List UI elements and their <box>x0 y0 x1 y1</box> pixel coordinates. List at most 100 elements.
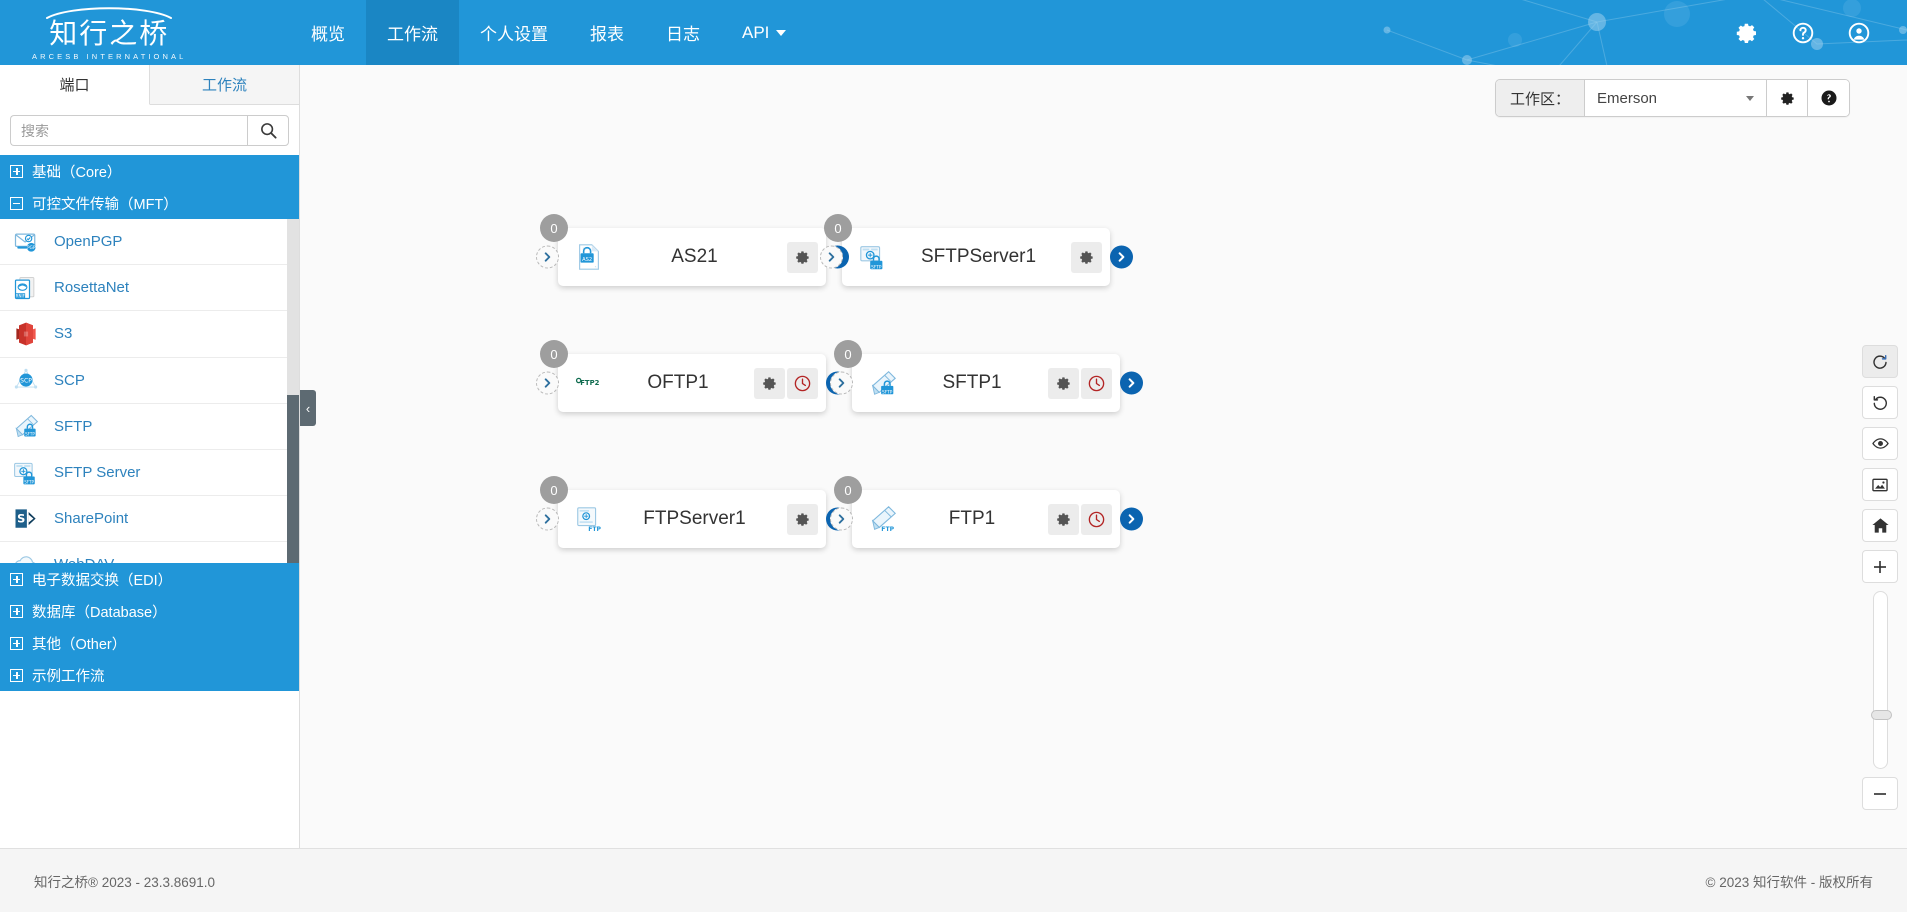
node-schedule-button[interactable] <box>1081 367 1112 399</box>
node-input-connector[interactable] <box>536 507 559 531</box>
port-list: PGP OpenPGP RNIF RosettaNet S3 SCP SCP S… <box>0 219 299 563</box>
canvas-toolbar <box>1862 345 1898 818</box>
node-input-connector[interactable] <box>830 507 853 531</box>
flow-node[interactable]: 0 AS2 X) « AS21 <box>536 214 849 286</box>
sidebar-scrollbar-track[interactable] <box>287 219 299 563</box>
sidebar-scrollbar-thumb[interactable] <box>287 395 299 563</box>
gear-icon[interactable] <box>1735 21 1759 45</box>
chevron-right-icon <box>838 514 845 524</box>
svg-text:X): X) <box>582 247 585 251</box>
chevron-right-icon <box>544 252 551 262</box>
nav-api[interactable]: API <box>721 0 807 65</box>
category-other-label: 其他（Other） <box>32 636 127 653</box>
port-item-sftp[interactable]: SFTP SFTP <box>0 403 299 450</box>
sidebar-collapse-handle[interactable]: ‹ <box>300 390 316 426</box>
port-item-openpgp[interactable]: PGP OpenPGP <box>0 219 299 266</box>
node-message-count-badge[interactable]: 0 <box>834 476 862 504</box>
node-settings-button[interactable] <box>754 367 785 399</box>
node-input-connector[interactable] <box>536 371 559 395</box>
node-settings-button[interactable] <box>1071 241 1102 273</box>
app-footer: 知行之桥® 2023 - 23.3.8691.0 © 2023 知行软件 - 版… <box>0 848 1907 912</box>
port-item-s3[interactable]: S3 <box>0 311 299 358</box>
category-core[interactable]: 基础（Core） <box>0 155 299 187</box>
node-output-connector[interactable] <box>1120 371 1143 395</box>
port-item-sftp-server[interactable]: SFTP SFTP Server <box>0 449 299 497</box>
zoom-slider[interactable] <box>1870 591 1892 769</box>
node-message-count-badge[interactable]: 0 <box>824 214 852 242</box>
fit-view-button[interactable] <box>1862 468 1898 501</box>
nav-profile-settings[interactable]: 个人设置 <box>459 0 569 65</box>
node-message-count-badge[interactable]: 0 <box>540 476 568 504</box>
category-mft-label: 可控文件传输（MFT） <box>32 196 178 213</box>
node-settings-button[interactable] <box>787 503 818 535</box>
flow-node[interactable]: 0 FTP2 OFTP1 <box>536 340 849 412</box>
node-settings-button[interactable] <box>1048 367 1079 399</box>
node-actions <box>785 241 818 273</box>
search-button[interactable] <box>247 115 289 146</box>
category-mft[interactable]: 可控文件传输（MFT） <box>0 187 299 219</box>
category-sample-workflows[interactable]: 示例工作流 <box>0 659 299 691</box>
workspace-select[interactable]: Emerson <box>1585 80 1767 116</box>
flow-node[interactable]: 0 FTP FTP1 <box>830 476 1143 548</box>
node-message-count-badge[interactable]: 0 <box>540 214 568 242</box>
port-item-s3-label: S3 <box>54 325 73 343</box>
tab-ports[interactable]: 端口 <box>0 65 150 105</box>
node-output-connector[interactable] <box>1120 507 1143 531</box>
nav-reports-label: 报表 <box>590 25 624 44</box>
flow-node[interactable]: 0 FTP FTPServer1 <box>536 476 849 548</box>
search-input[interactable] <box>10 115 247 146</box>
nav-reports[interactable]: 报表 <box>569 0 645 65</box>
workspace-settings-button[interactable] <box>1767 80 1808 116</box>
user-circle-icon[interactable] <box>1847 21 1871 45</box>
nav-workflow[interactable]: 工作流 <box>366 0 459 65</box>
redo-button[interactable] <box>1862 345 1898 378</box>
port-item-scp[interactable]: SCP SCP <box>0 357 299 404</box>
brand-logo[interactable]: 知行之桥 ARCESB INTERNATIONAL <box>0 0 290 65</box>
workspace-help-button[interactable] <box>1808 80 1849 116</box>
flow-node[interactable]: 0 SFTP SFTP1 <box>830 340 1143 412</box>
node-input-connector[interactable] <box>820 245 843 269</box>
category-other[interactable]: 其他（Other） <box>0 627 299 659</box>
clock-icon <box>1088 511 1105 527</box>
port-item-webdav[interactable]: WebDAV WebDAV <box>0 542 299 563</box>
svg-text:S: S <box>17 511 25 525</box>
zoom-slider-thumb[interactable] <box>1870 710 1892 720</box>
sidebar-tabs: 端口 工作流 <box>0 65 299 105</box>
node-settings-button[interactable] <box>1048 503 1079 535</box>
zoom-in-button[interactable] <box>1862 550 1898 583</box>
node-settings-button[interactable] <box>787 241 818 273</box>
port-item-rosettanet-label: RosettaNet <box>54 279 130 297</box>
flow-node[interactable]: 0 SFTP SFTPServer1 <box>820 214 1133 286</box>
undo-button[interactable] <box>1862 386 1898 419</box>
port-item-sharepoint[interactable]: S SharePoint <box>0 496 299 543</box>
chevron-right-icon <box>1128 378 1135 388</box>
plus-icon <box>1874 560 1886 573</box>
svg-text:SCP: SCP <box>20 377 32 384</box>
node-output-connector[interactable] <box>1110 245 1133 269</box>
nav-overview[interactable]: 概览 <box>290 0 366 65</box>
chevron-down-icon <box>1746 95 1754 101</box>
port-item-rosettanet[interactable]: RNIF RosettaNet <box>0 265 299 312</box>
sftp-server-icon: SFTP <box>860 246 883 270</box>
node-message-count-badge[interactable]: 0 <box>540 340 568 368</box>
header-action-icons <box>1735 0 1907 65</box>
node-input-connector[interactable] <box>830 371 853 395</box>
home-button[interactable] <box>1862 509 1898 542</box>
node-title: OFTP1 <box>647 372 709 393</box>
sftp-server-icon: SFTP <box>14 462 35 484</box>
workflow-canvas[interactable]: 工作区： Emerson 0 AS2 X) « AS21 0 SFTP SFTP… <box>300 65 1907 848</box>
node-message-count-badge[interactable]: 0 <box>834 340 862 368</box>
category-edi[interactable]: 电子数据交换（EDI） <box>0 563 299 595</box>
help-circle-icon[interactable] <box>1791 21 1815 45</box>
svg-text:SFTP: SFTP <box>24 479 34 484</box>
node-schedule-button[interactable] <box>1081 503 1112 535</box>
chevron-right-icon <box>544 514 551 524</box>
nav-logs[interactable]: 日志 <box>645 0 721 65</box>
nav-workflow-label: 工作流 <box>387 25 438 44</box>
tab-workflows[interactable]: 工作流 <box>150 65 299 104</box>
node-input-connector[interactable] <box>536 245 559 269</box>
visibility-button[interactable] <box>1862 427 1898 460</box>
node-schedule-button[interactable] <box>787 367 818 399</box>
zoom-out-button[interactable] <box>1862 777 1898 810</box>
category-database[interactable]: 数据库（Database） <box>0 595 299 627</box>
